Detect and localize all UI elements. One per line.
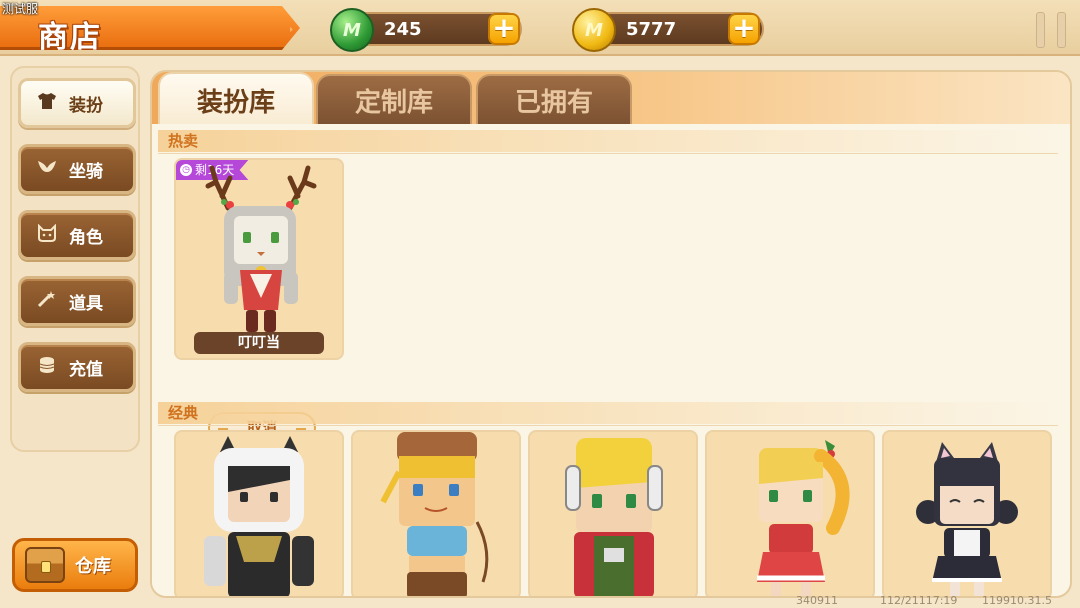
treasure-chest-icon: [25, 547, 65, 583]
sidebar-item-label: 角色: [69, 227, 103, 248]
shirt-icon: [37, 92, 57, 114]
skin-card-classic-2[interactable]: [351, 430, 521, 596]
footer-text-left: 340911: [796, 594, 838, 607]
pause-icon[interactable]: [1036, 12, 1066, 48]
skin-card-dingdingdang[interactable]: ◷ 剩16天 叮叮当: [174, 158, 344, 360]
gold-mini-coin-icon: M: [572, 8, 616, 52]
tab-strip: 装扮库 定制库 已拥有: [152, 72, 1070, 126]
skin-card-classic-4[interactable]: [705, 430, 875, 596]
hunter-boy-character: [380, 432, 489, 596]
category-sidebar: 装扮 坐骑 角色 道具 充值: [10, 66, 140, 452]
deer-girl-character: [205, 165, 317, 332]
christmas-girl-character: [757, 440, 850, 596]
cat-face-icon: [37, 223, 57, 246]
footer-text-mid: 112/21117:19: [880, 594, 958, 607]
skin-name-label: 叮叮当: [194, 332, 324, 354]
page-title: 商店: [38, 20, 102, 55]
sidebar-item-label: 坐骑: [69, 161, 103, 182]
wolf-hood-character: [204, 436, 314, 596]
warehouse-label: 仓库: [75, 556, 111, 577]
coin-stack-icon: [37, 356, 57, 378]
magic-wand-icon: [37, 290, 57, 312]
tab-owned[interactable]: 已拥有: [476, 74, 632, 124]
cat-maid-character: [916, 442, 1018, 596]
gold-currency-amount: 5777: [626, 19, 677, 40]
skin-card-classic-1[interactable]: [174, 430, 344, 596]
sidebar-item-characters[interactable]: 角色: [18, 210, 136, 260]
skin-card-classic-3[interactable]: [528, 430, 698, 596]
section-classic-label: 经典: [158, 402, 1058, 426]
sidebar-item-label: 充值: [69, 359, 103, 380]
sidebar-item-props[interactable]: 道具: [18, 276, 136, 326]
sidebar-item-recharge[interactable]: 充值: [18, 342, 136, 392]
title-banner: 商店: [0, 6, 300, 50]
warehouse-button[interactable]: 仓库: [12, 538, 138, 592]
headphones-boy-character: [565, 438, 663, 596]
green-mini-coin-icon: M: [330, 8, 374, 52]
add-gold-currency-button[interactable]: +: [728, 13, 760, 45]
sidebar-item-outfits[interactable]: 装扮: [18, 78, 136, 128]
wings-icon: [37, 158, 57, 180]
add-green-currency-button[interactable]: +: [488, 13, 520, 45]
shop-content: 热卖 ◷ 剩16天 叮叮当 取消 经典: [152, 124, 1070, 596]
section-hot-label: 热卖: [158, 130, 1058, 154]
footer-text-right: 119910.31.5: [982, 594, 1052, 607]
sidebar-item-label: 道具: [69, 293, 103, 314]
debug-server-label: 测试服: [2, 2, 39, 16]
shop-panel: 装扮库 定制库 已拥有 热卖 ◷ 剩16天 叮叮当 取消 经典: [150, 70, 1072, 598]
top-bar: 商店 M 245 + M 5777 +: [0, 0, 1080, 56]
sidebar-item-label: 装扮: [69, 95, 103, 116]
gold-currency-display: M 5777 +: [572, 8, 764, 52]
green-currency-display: M 245 +: [330, 8, 522, 52]
tab-custom-library[interactable]: 定制库: [316, 74, 472, 124]
skin-card-classic-5[interactable]: [882, 430, 1052, 596]
green-currency-amount: 245: [384, 19, 422, 40]
tab-outfit-library[interactable]: 装扮库: [158, 72, 314, 126]
sidebar-item-mounts[interactable]: 坐骑: [18, 144, 136, 194]
